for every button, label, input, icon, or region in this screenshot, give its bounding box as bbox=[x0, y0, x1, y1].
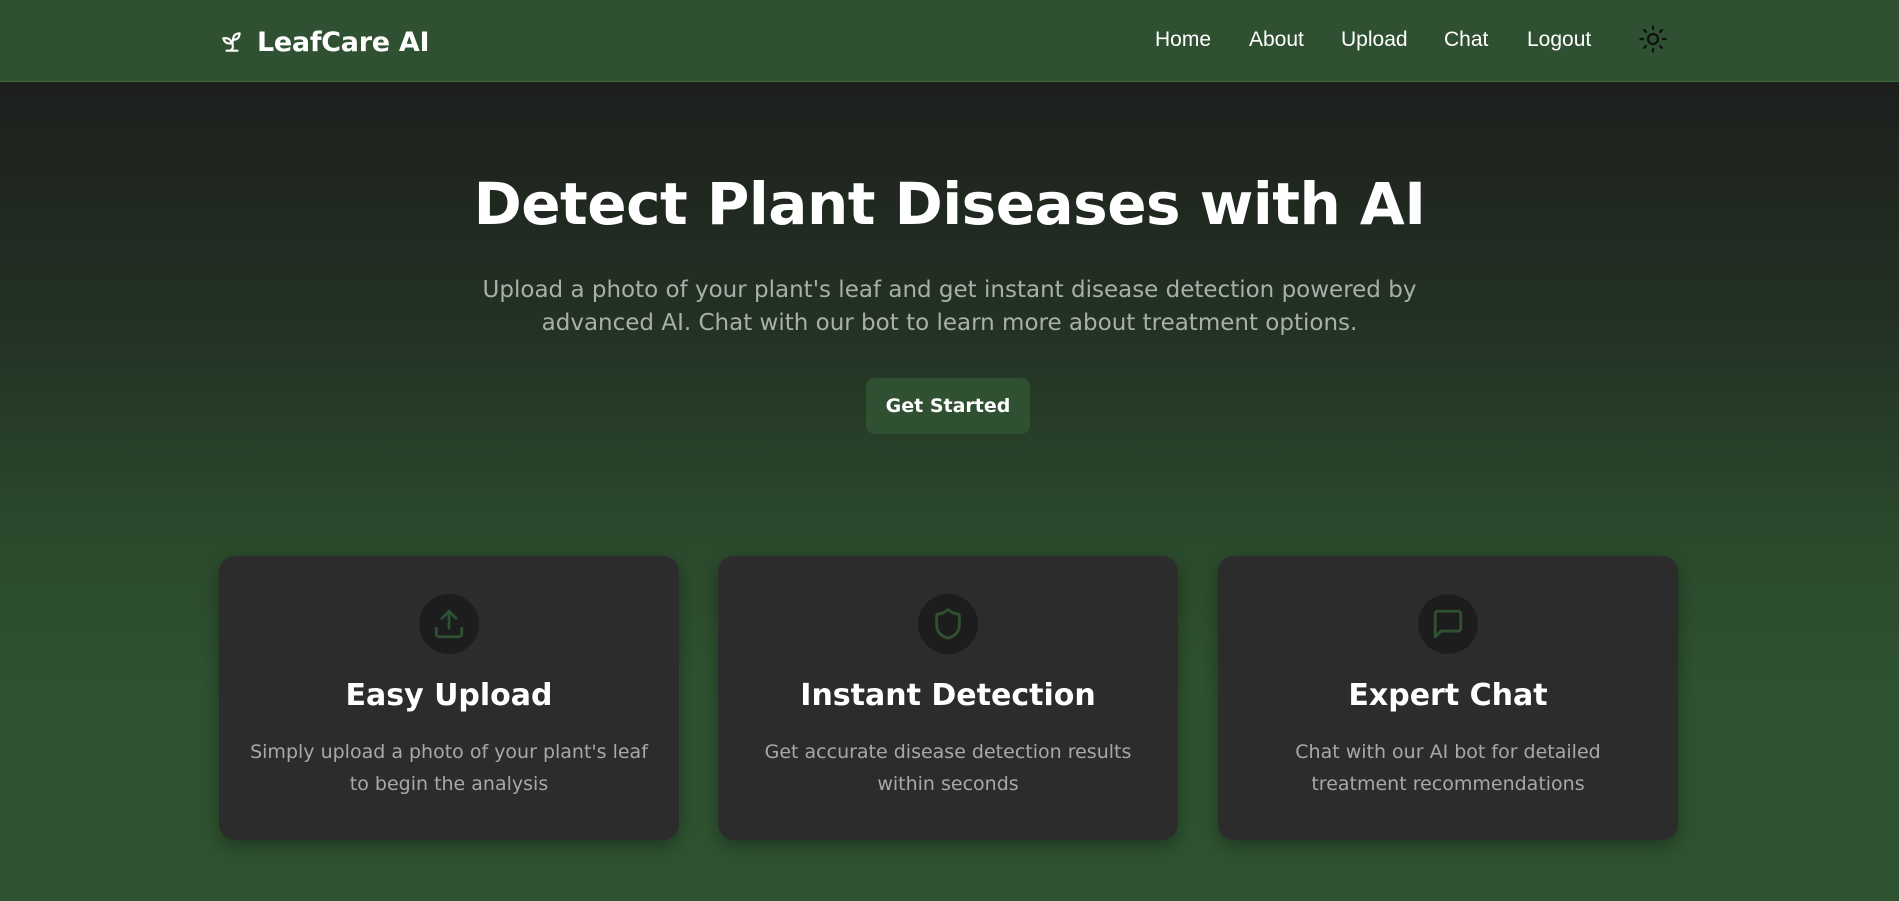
feature-card-instant-detection: Instant Detection Get accurate disease d… bbox=[718, 556, 1178, 840]
feature-title: Easy Upload bbox=[345, 678, 553, 713]
feature-title: Expert Chat bbox=[1348, 678, 1548, 713]
nav-link-upload[interactable]: Upload bbox=[1341, 28, 1408, 52]
shield-icon bbox=[935, 608, 961, 640]
feature-description: Chat with our AI bot for detailed treatm… bbox=[1295, 741, 1601, 795]
nav-link-logout[interactable]: Logout bbox=[1527, 28, 1591, 52]
feature-description: Get accurate disease detection results w… bbox=[764, 741, 1132, 795]
feature-card-easy-upload: Easy Upload Simply upload a photo of you… bbox=[219, 556, 679, 840]
brand-name: LeafCare AI bbox=[257, 26, 430, 58]
feature-card-expert-chat: Expert Chat Chat with our AI bot for det… bbox=[1218, 556, 1678, 840]
get-started-button[interactable]: Get Started bbox=[866, 378, 1030, 434]
brand-logo[interactable]: LeafCare AI bbox=[219, 22, 429, 62]
sun-icon bbox=[1639, 25, 1667, 53]
nav-link-about[interactable]: About bbox=[1249, 28, 1304, 52]
top-navbar: LeafCare AI Home About Upload Chat Logou… bbox=[0, 0, 1899, 82]
feature-title: Instant Detection bbox=[800, 678, 1096, 713]
feature-description: Simply upload a photo of your plant's le… bbox=[250, 741, 648, 795]
feature-icon-circle bbox=[918, 594, 978, 654]
nav-link-chat[interactable]: Chat bbox=[1444, 28, 1488, 52]
theme-toggle-button[interactable] bbox=[1636, 22, 1670, 56]
hero-title: Detect Plant Diseases with AI bbox=[473, 170, 1426, 238]
nav-link-home[interactable]: Home bbox=[1155, 28, 1211, 52]
sprout-icon bbox=[222, 32, 241, 52]
feature-icon-circle bbox=[419, 594, 479, 654]
message-square-icon bbox=[1433, 609, 1463, 639]
feature-icon-circle bbox=[1418, 594, 1478, 654]
hero-subtitle: Upload a photo of your plant's leaf and … bbox=[482, 277, 1417, 336]
upload-icon bbox=[434, 609, 464, 639]
